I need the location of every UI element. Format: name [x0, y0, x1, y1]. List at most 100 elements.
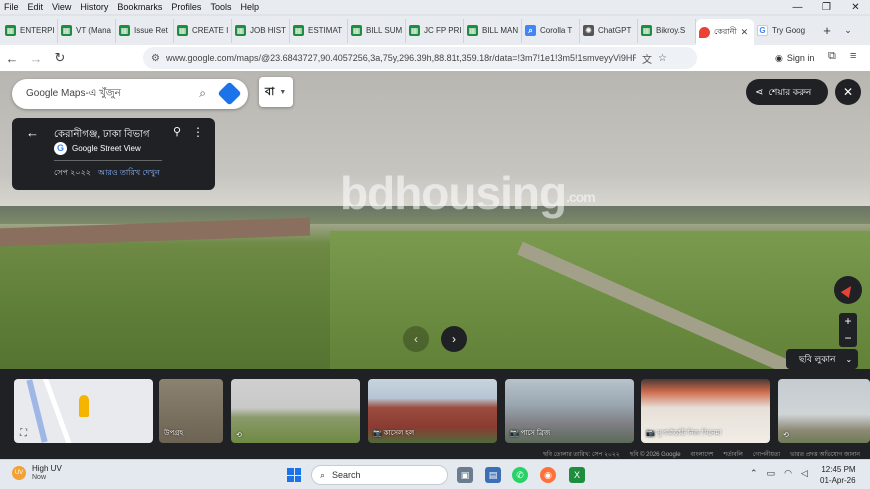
- tab-bar: ▦ ENTERPI ▦ VT (Mana ▦ Issue Ret ▦ CREATE I …: [0, 16, 870, 45]
- menu-hamburger-icon[interactable]: ≡: [850, 50, 856, 62]
- tab-bikroy[interactable]: ▦ Bikroy.S: [638, 18, 696, 43]
- search-icon: ⌕: [320, 469, 326, 480]
- site-info-icon[interactable]: ⚙: [151, 53, 160, 64]
- tab-enterprise[interactable]: ▦ ENTERPI: [2, 18, 58, 43]
- display-icon[interactable]: ▭: [767, 468, 776, 479]
- fullscreen-icon[interactable]: ⛶: [20, 428, 27, 439]
- chevron-left-icon[interactable]: ‹: [403, 326, 429, 352]
- compass-icon[interactable]: [834, 276, 862, 304]
- caret-down-icon: ▼: [279, 88, 287, 96]
- photo-thumbnail-street[interactable]: ⟲: [778, 379, 870, 443]
- menu-bar: File Edit View History Bookmarks Profile…: [0, 0, 870, 14]
- google-icon: G: [54, 142, 67, 155]
- url-text: www.google.com/maps/@23.6843727,90.40572…: [165, 53, 636, 63]
- photo-thumbnail-bridge[interactable]: 📷 পাসে ব্রিজ: [505, 379, 634, 443]
- more-vert-icon[interactable]: ⋮: [192, 125, 204, 139]
- photo-thumbnail-field[interactable]: ⟲: [231, 379, 360, 443]
- new-tab-icon[interactable]: +: [816, 23, 838, 38]
- tab-chatgpt[interactable]: ✺ ChatGPT: [580, 18, 638, 43]
- pegman-icon: [79, 395, 89, 417]
- system-tray: ⌃ ▭ ◠ ◁: [750, 468, 817, 479]
- directions-icon[interactable]: [217, 81, 242, 106]
- clock[interactable]: 12:45 PM 01-Apr-26: [820, 464, 856, 486]
- share-button[interactable]: ⋖ শেয়ার করুন: [746, 79, 828, 105]
- sheet-icon: ▦: [467, 25, 478, 36]
- divider: [54, 160, 162, 161]
- menu-view[interactable]: View: [52, 2, 71, 12]
- firefox-icon[interactable]: ◉: [540, 467, 556, 483]
- more-dates-link[interactable]: আরও তারিখ দেখুন: [98, 167, 160, 180]
- tab-create[interactable]: ▦ CREATE I: [174, 18, 232, 43]
- translate-icon[interactable]: 文: [642, 51, 652, 66]
- tab-issue[interactable]: ▦ Issue Ret: [116, 18, 174, 43]
- minimize-icon[interactable]: —: [783, 0, 812, 16]
- menu-bookmarks[interactable]: Bookmarks: [117, 2, 162, 12]
- menu-history[interactable]: History: [80, 2, 108, 12]
- account-icon: ◉: [775, 52, 783, 63]
- zoom-out-icon[interactable]: −: [839, 330, 857, 347]
- menu-profiles[interactable]: Profiles: [171, 2, 201, 12]
- tab-estimate[interactable]: ▦ ESTIMAT: [290, 18, 348, 43]
- tab-bill-sum[interactable]: ▦ BILL SUM: [348, 18, 406, 43]
- language-dropdown[interactable]: বা ▼: [259, 77, 293, 107]
- minimap-thumbnail[interactable]: ⛶: [14, 379, 153, 443]
- back-arrow-icon[interactable]: ←: [0, 51, 24, 66]
- extensions-icon[interactable]: ⧉: [828, 50, 836, 63]
- maximize-icon[interactable]: ❐: [812, 0, 841, 16]
- tab-bill-man[interactable]: ▦ BILL MAN: [464, 18, 522, 43]
- back-arrow-icon[interactable]: ←: [26, 125, 39, 140]
- toolbar: ← → ↻ ⚙ www.google.com/maps/@23.6843727,…: [0, 45, 870, 71]
- sun-icon: UV: [12, 465, 26, 480]
- sheet-icon: ▦: [119, 25, 130, 36]
- menu-edit[interactable]: Edit: [28, 2, 44, 12]
- windows-start-icon[interactable]: [287, 468, 301, 482]
- zoom-in-icon[interactable]: +: [839, 313, 857, 330]
- tab-corolla[interactable]: ⌕ Corolla T: [522, 18, 580, 43]
- capture-date: সেপ ২০২২: [54, 168, 91, 177]
- tab-vt[interactable]: ▦ VT (Mana: [58, 18, 116, 43]
- chevron-right-icon[interactable]: ›: [441, 326, 467, 352]
- tab-try-google[interactable]: G Try Goog: [754, 19, 816, 43]
- address-bar[interactable]: ⚙ www.google.com/maps/@23.6843727,90.405…: [143, 47, 697, 69]
- sheet-icon: ▦: [5, 25, 16, 36]
- bookmark-star-icon[interactable]: ☆: [658, 53, 667, 64]
- tab-job-hist[interactable]: ▦ JOB HIST: [232, 18, 290, 43]
- maps-search-input[interactable]: Google Maps-এ খুঁজুন ⌕: [12, 79, 248, 109]
- chevron-down-icon: ⌄: [845, 354, 853, 364]
- menu-file[interactable]: File: [4, 2, 19, 12]
- tab-jc-fp[interactable]: ▦ JC FP PRI: [406, 18, 464, 43]
- sheet-icon: ▦: [235, 25, 246, 36]
- hide-images-button[interactable]: ছবি লুকান ⌄: [786, 349, 858, 369]
- maps-pin-icon: [699, 26, 710, 38]
- wifi-icon[interactable]: ◠: [784, 468, 792, 479]
- window-controls: — ❐ ✕: [783, 0, 870, 16]
- weather-widget[interactable]: UV High UV Now: [12, 464, 62, 481]
- reload-icon[interactable]: ↻: [48, 50, 72, 66]
- sheet-icon: ▦: [61, 25, 72, 36]
- taskbar-search-input[interactable]: ⌕ Search: [311, 465, 448, 485]
- close-window-icon[interactable]: ✕: [841, 0, 870, 16]
- tab-close-icon[interactable]: ✕: [741, 27, 749, 38]
- search-icon[interactable]: ⌕: [199, 86, 206, 101]
- street-view-icon: ⟲: [236, 432, 242, 439]
- share-icon: ⋖: [755, 86, 764, 98]
- tab-list-chevron-icon[interactable]: ⌄: [838, 25, 858, 36]
- tab-maps-active[interactable]: কেরানী ✕: [696, 18, 754, 45]
- whatsapp-icon[interactable]: ✆: [512, 467, 528, 483]
- excel-icon[interactable]: X: [569, 467, 585, 483]
- forward-arrow-icon[interactable]: →: [24, 51, 48, 66]
- chevron-up-icon[interactable]: ⌃: [750, 468, 758, 479]
- task-view-icon[interactable]: ▣: [457, 467, 473, 483]
- menu-help[interactable]: Help: [240, 2, 259, 12]
- photo-thumbnail-satellite[interactable]: উপগ্রহ: [159, 379, 223, 443]
- photo-thumbnail-supermarket[interactable]: 📷 সুপার্মার্কেট নিজ সিনেমা: [641, 379, 770, 443]
- street-view-panorama[interactable]: bdhousing.com Google Maps-এ খুঁজুন ⌕ বা ▼…: [0, 71, 870, 369]
- taskbar: UV High UV Now ⌕ Search ▣ ▤ ✆ ◉ X ⌃ ▭ ◠ ◁…: [0, 459, 870, 489]
- calculator-icon[interactable]: ▤: [485, 467, 501, 483]
- menu-tools[interactable]: Tools: [210, 2, 231, 12]
- close-icon[interactable]: ✕: [835, 79, 861, 105]
- speaker-icon[interactable]: ◁: [801, 468, 808, 479]
- sign-in-button[interactable]: ◉ Sign in: [775, 49, 814, 67]
- photo-thumbnail-building[interactable]: 📷 কাসেল হল: [368, 379, 497, 443]
- location-pin-icon[interactable]: ⚲: [173, 125, 181, 138]
